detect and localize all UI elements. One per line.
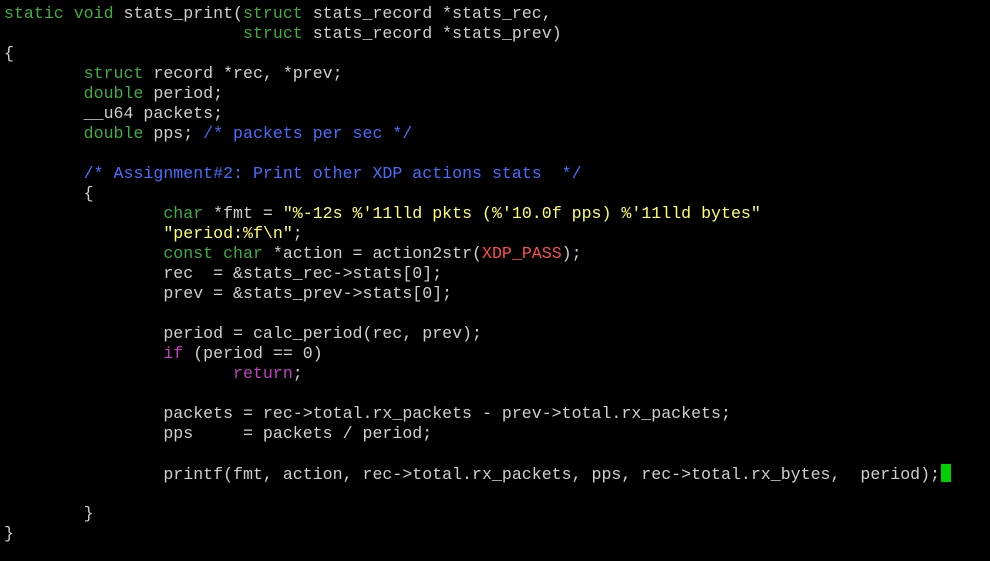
code-token-normal: record *rec, *prev; bbox=[143, 64, 343, 83]
code-token-normal: pps; bbox=[143, 124, 204, 143]
code-token-normal bbox=[4, 84, 84, 103]
code-line: pps = packets / period; bbox=[4, 424, 990, 444]
code-token-comment: /* Assignment#2: Print other XDP actions… bbox=[83, 164, 582, 183]
code-token-normal: stats_record *stats_prev) bbox=[302, 24, 562, 43]
code-token-normal: *action = action2str( bbox=[262, 244, 482, 263]
code-token-normal: printf(fmt, action, rec->total.rx_packet… bbox=[4, 465, 941, 484]
code-token-normal: stats_print( bbox=[113, 4, 244, 23]
code-line: { bbox=[4, 184, 990, 204]
code-token-type: static void bbox=[4, 4, 114, 23]
code-token-normal bbox=[4, 124, 84, 143]
code-line: double period; bbox=[4, 84, 990, 104]
code-line: struct stats_record *stats_prev) bbox=[4, 24, 990, 44]
code-token-normal bbox=[4, 24, 243, 43]
code-token-normal bbox=[4, 344, 163, 363]
code-token-normal: *fmt = bbox=[203, 204, 283, 223]
code-line: if (period == 0) bbox=[4, 344, 990, 364]
code-token-normal: stats_record *stats_rec, bbox=[302, 4, 552, 23]
code-token-type: const char bbox=[163, 244, 263, 263]
code-line: struct record *rec, *prev; bbox=[4, 64, 990, 84]
code-token-normal bbox=[4, 244, 163, 263]
code-line: return; bbox=[4, 364, 990, 384]
code-token-string: "%-12s %'11lld pkts (%'10.0f pps) %'11ll… bbox=[282, 204, 761, 223]
code-token-normal bbox=[4, 164, 84, 183]
code-line: __u64 packets; bbox=[4, 104, 990, 124]
code-token-normal: ); bbox=[561, 244, 582, 263]
code-token-statement: return bbox=[233, 364, 293, 383]
code-line: const char *action = action2str(XDP_PASS… bbox=[4, 244, 990, 264]
code-line: /* Assignment#2: Print other XDP actions… bbox=[4, 164, 990, 184]
code-token-type: double bbox=[83, 124, 144, 143]
code-token-normal: prev = &stats_prev->stats[0]; bbox=[4, 284, 453, 303]
code-token-comment: /* packets per sec */ bbox=[203, 124, 413, 143]
code-token-normal: (period == 0) bbox=[183, 344, 323, 363]
code-token-normal bbox=[4, 364, 233, 383]
code-token-normal: } bbox=[4, 504, 94, 523]
code-token-normal bbox=[4, 224, 163, 243]
code-line: printf(fmt, action, rec->total.rx_packet… bbox=[4, 464, 990, 484]
code-token-normal: } bbox=[4, 524, 14, 543]
code-token-normal: __u64 packets; bbox=[4, 104, 224, 123]
code-token-type: double bbox=[83, 84, 144, 103]
code-token-type: struct bbox=[243, 24, 303, 43]
code-area[interactable]: static void stats_print(struct stats_rec… bbox=[4, 4, 990, 544]
code-token-normal: ; bbox=[292, 224, 303, 243]
code-line: { bbox=[4, 44, 990, 64]
code-token-normal: ; bbox=[292, 364, 303, 383]
code-line: } bbox=[4, 504, 990, 524]
code-line: static void stats_print(struct stats_rec… bbox=[4, 4, 990, 24]
code-token-normal: { bbox=[4, 44, 14, 63]
code-token-normal bbox=[4, 204, 163, 223]
code-token-normal: period; bbox=[143, 84, 224, 103]
code-line: period = calc_period(rec, prev); bbox=[4, 324, 990, 344]
code-token-type: struct bbox=[243, 4, 303, 23]
code-line: char *fmt = "%-12s %'11lld pkts (%'10.0f… bbox=[4, 204, 990, 224]
code-token-type: char bbox=[163, 204, 204, 223]
code-token-string: "period:%f\n" bbox=[163, 224, 293, 243]
code-line: "period:%f\n"; bbox=[4, 224, 990, 244]
code-token-normal: pps = packets / period; bbox=[4, 424, 433, 443]
code-token-normal: { bbox=[4, 184, 94, 203]
code-token-statement: if bbox=[163, 344, 184, 363]
code-line: prev = &stats_prev->stats[0]; bbox=[4, 284, 990, 304]
code-token-type: struct bbox=[83, 64, 144, 83]
code-token-normal: rec = &stats_rec->stats[0]; bbox=[4, 264, 443, 283]
code-line: packets = rec->total.rx_packets - prev->… bbox=[4, 404, 990, 424]
terminal-editor-window[interactable]: static void stats_print(struct stats_rec… bbox=[0, 0, 990, 561]
code-token-normal: packets = rec->total.rx_packets - prev->… bbox=[4, 404, 731, 423]
code-token-normal bbox=[4, 64, 84, 83]
code-line: rec = &stats_rec->stats[0]; bbox=[4, 264, 990, 284]
code-line: } bbox=[4, 524, 990, 544]
code-token-constant: XDP_PASS bbox=[482, 244, 562, 263]
text-cursor bbox=[941, 464, 952, 482]
code-token-normal: period = calc_period(rec, prev); bbox=[4, 324, 482, 343]
code-line: double pps; /* packets per sec */ bbox=[4, 124, 990, 144]
